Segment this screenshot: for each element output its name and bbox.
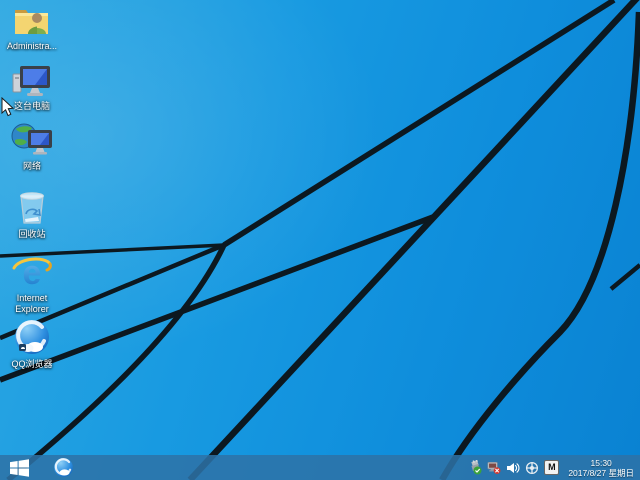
clock-date: 2017/8/27 星期日 xyxy=(568,467,634,478)
taskbar-clock[interactable]: 15:30 2017/8/27 星期日 xyxy=(564,458,640,478)
desktop-icon-qq-browser[interactable]: QQ浏览器 xyxy=(4,320,60,370)
computer-icon xyxy=(10,64,54,98)
desktop-icon-label: Administra... xyxy=(6,41,57,51)
desktop-icon-network[interactable]: 网络 xyxy=(4,123,60,172)
wallpaper-lines xyxy=(0,0,640,480)
desktop-icon-administrator[interactable]: Administra... xyxy=(4,4,60,52)
desktop-icon-label: Internet Explorer xyxy=(15,293,49,314)
desktop-icon-recycle-bin[interactable]: 回收站 xyxy=(4,192,60,240)
language-globe-icon[interactable] xyxy=(525,460,539,476)
taskbar: M 15:30 2017/8/27 星期日 xyxy=(0,455,640,480)
internet-explorer-icon: e xyxy=(11,254,53,290)
system-tray: M 15:30 2017/8/27 星期日 xyxy=(468,455,640,480)
taskbar-qq-browser-button[interactable] xyxy=(46,455,80,480)
safely-remove-hardware-icon[interactable] xyxy=(468,460,482,476)
recycle-bin-icon xyxy=(14,192,50,226)
start-button[interactable] xyxy=(0,455,38,480)
user-folder-icon xyxy=(12,4,52,38)
desktop: Administra... 这台电脑 网络 回收站 e Internet Exp… xyxy=(0,0,640,480)
network-globe-icon xyxy=(10,123,54,158)
qq-browser-icon xyxy=(53,458,73,477)
network-disconnected-icon[interactable] xyxy=(487,460,501,476)
mouse-cursor xyxy=(1,97,14,117)
desktop-icon-label: 这台电脑 xyxy=(13,101,50,111)
qq-browser-icon xyxy=(13,320,51,356)
volume-icon[interactable] xyxy=(506,460,520,476)
clock-time: 15:30 xyxy=(590,457,612,468)
windows-logo-icon xyxy=(9,458,29,477)
desktop-icon-internet-explorer[interactable]: e Internet Explorer xyxy=(4,254,60,315)
desktop-icon-label: 网络 xyxy=(22,161,41,171)
ime-mode-letter: M xyxy=(548,462,556,472)
desktop-icon-label: QQ浏览器 xyxy=(11,359,53,369)
desktop-icon-label: 回收站 xyxy=(18,229,46,239)
ime-mode-m-icon[interactable]: M xyxy=(544,460,560,475)
